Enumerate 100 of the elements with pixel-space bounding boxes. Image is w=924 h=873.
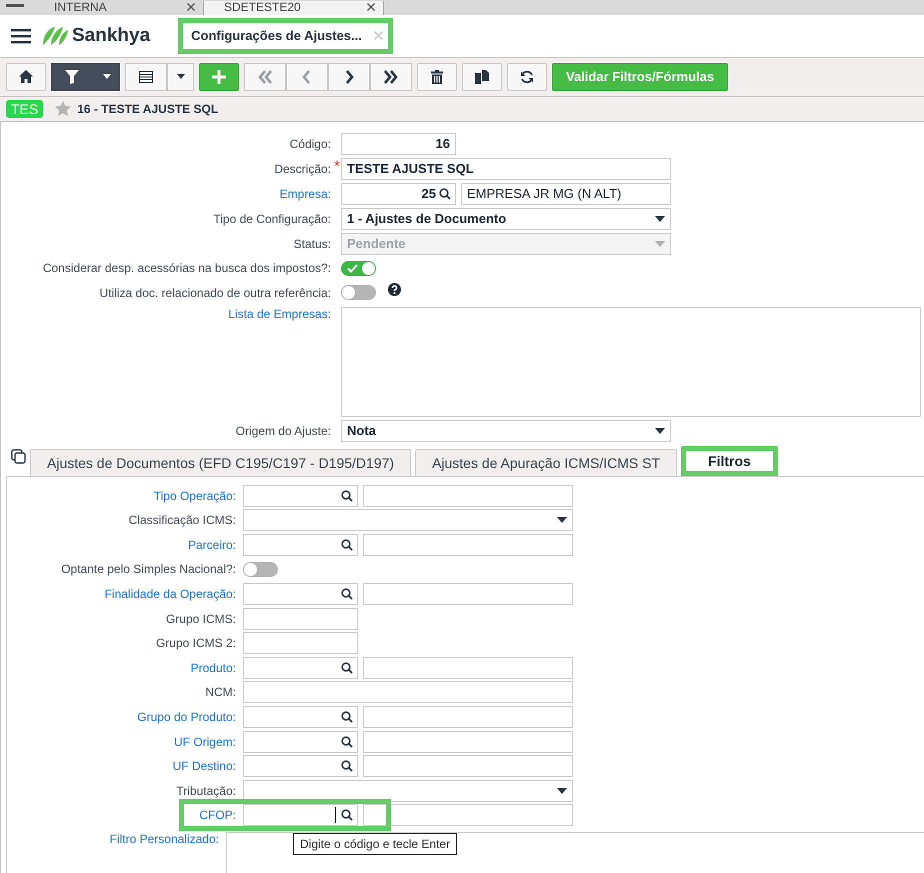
code-search-field[interactable] <box>243 583 358 606</box>
search-icon[interactable] <box>341 588 353 600</box>
copy-button[interactable] <box>462 62 502 91</box>
code-search-field[interactable] <box>243 656 358 679</box>
home-icon <box>19 70 33 84</box>
field-label: Status: <box>294 236 331 251</box>
company-code-field[interactable]: 25 <box>341 182 456 205</box>
field-link-label[interactable]: Filtro Personalizado: <box>110 832 219 846</box>
toggle-switch[interactable] <box>243 562 278 577</box>
code-search-field[interactable] <box>243 804 358 826</box>
search-icon[interactable] <box>341 538 353 551</box>
caret-icon <box>655 240 665 247</box>
code-field[interactable]: 16 <box>341 132 456 155</box>
trash-icon <box>431 70 443 84</box>
search-icon[interactable] <box>439 188 451 200</box>
text-cursor <box>335 807 336 824</box>
text-field[interactable] <box>243 632 358 654</box>
search-icon[interactable] <box>341 809 353 822</box>
field-link-label[interactable]: Grupo do Produto: <box>137 710 236 724</box>
add-button[interactable] <box>199 62 239 91</box>
text-field[interactable] <box>243 681 573 704</box>
check-icon <box>347 264 358 273</box>
page-tab[interactable]: Configurações de Ajustes... <box>178 18 393 54</box>
search-icon[interactable] <box>341 736 353 748</box>
search-icon[interactable] <box>341 490 353 502</box>
validate-button[interactable]: Validar Filtros/Fórmulas <box>552 62 728 91</box>
field-label: Grupo ICMS: <box>166 612 236 626</box>
close-icon[interactable] <box>187 2 195 11</box>
star-icon[interactable] <box>55 101 72 116</box>
code-value: 25 <box>422 186 436 202</box>
copy-icon <box>475 70 489 84</box>
menu-icon[interactable] <box>11 28 31 44</box>
tab[interactable]: Ajustes de Apuração ICMS/ICMS ST <box>415 448 678 476</box>
refresh-icon <box>520 70 534 84</box>
code-search-field[interactable] <box>243 755 358 778</box>
caret-icon <box>655 428 665 434</box>
tab[interactable]: Filtros <box>681 446 778 476</box>
field-label: Grupo ICMS 2: <box>156 636 236 650</box>
last-record-button[interactable] <box>370 62 412 91</box>
duplicate-icon[interactable] <box>11 448 26 464</box>
brand-name: Sankhya <box>72 24 150 47</box>
next-record-button[interactable] <box>328 62 370 91</box>
text-field[interactable] <box>243 608 358 630</box>
code-search-field[interactable] <box>243 534 358 556</box>
select-field[interactable] <box>243 780 573 802</box>
help-icon[interactable] <box>388 283 401 296</box>
field-link-label[interactable]: Lista de Empresas: <box>228 306 331 321</box>
field-link-label[interactable]: UF Origem: <box>174 734 236 749</box>
select-field[interactable]: 1 - Ajustes de Documento <box>341 208 671 230</box>
field-link-label[interactable]: Produto: <box>190 660 236 675</box>
close-icon[interactable] <box>367 2 375 11</box>
code-search-field[interactable] <box>243 730 358 753</box>
caret-icon <box>176 74 184 80</box>
search-icon[interactable] <box>341 760 353 772</box>
grid-view-button[interactable] <box>125 62 167 91</box>
field-label: Optante pelo Simples Nacional?: <box>61 562 236 576</box>
field-link-label[interactable]: Tipo Operação: <box>154 488 236 503</box>
browser-tab[interactable]: SDETESTE20 <box>204 0 384 15</box>
field-link-label[interactable]: UF Destino: <box>172 759 236 774</box>
field-link-label[interactable]: Finalidade da Operação: <box>104 587 236 602</box>
caret-icon <box>655 216 665 222</box>
field-label: Considerar desp. acessórias na busca dos impostos?: <box>42 261 331 276</box>
code-search-field[interactable] <box>243 706 358 728</box>
select-value: 1 - Ajustes de Documento <box>347 211 506 226</box>
view-dropdown-button[interactable] <box>167 62 194 91</box>
code-search-field[interactable] <box>243 484 358 507</box>
field-label: Utiliza doc. relacionado de outra referência: <box>100 286 331 300</box>
record-badge: TES <box>6 100 44 118</box>
home-button[interactable] <box>6 62 46 91</box>
caret-icon <box>102 74 110 80</box>
field-label: NCM: <box>205 685 236 700</box>
search-icon[interactable] <box>341 711 353 724</box>
description-field[interactable]: TESTE AJUSTE SQL <box>341 158 671 180</box>
toggle-switch[interactable] <box>341 260 376 276</box>
filter-button[interactable] <box>51 62 93 91</box>
tab[interactable]: Ajustes de Documentos (EFD C195/C197 - D195/D197) <box>30 448 412 476</box>
leaf-logo-icon <box>41 24 69 47</box>
minimize-icon[interactable] <box>6 4 24 7</box>
field-link-label[interactable]: Empresa: <box>280 186 331 201</box>
search-icon[interactable] <box>341 662 353 674</box>
field-link-label[interactable]: CFOP: <box>199 808 236 822</box>
record-title: 16 - TESTE AJUSTE SQL <box>77 102 218 116</box>
company-name-field: EMPRESA JR MG (N ALT) <box>461 182 671 205</box>
delete-button[interactable] <box>417 62 457 91</box>
text-area[interactable] <box>226 832 924 873</box>
select-value: Pendente <box>347 236 406 252</box>
caret-icon <box>557 517 567 524</box>
select-field[interactable]: Nota <box>341 420 671 442</box>
toggle-switch[interactable] <box>341 285 376 300</box>
field-label: Classificação ICMS: <box>128 513 236 528</box>
tooltip: Digite o código e tecle Enter <box>293 833 458 856</box>
select-field[interactable] <box>243 509 573 532</box>
required-mark: * <box>334 158 340 174</box>
filter-dropdown-button[interactable] <box>93 62 120 91</box>
field-label: Código: <box>290 136 331 151</box>
field-label: Descrição: <box>274 162 331 176</box>
field-link-label[interactable]: Parceiro: <box>188 538 236 552</box>
refresh-button[interactable] <box>507 62 547 91</box>
field-label: Tributação: <box>176 784 236 798</box>
select-value: Nota <box>347 423 376 438</box>
